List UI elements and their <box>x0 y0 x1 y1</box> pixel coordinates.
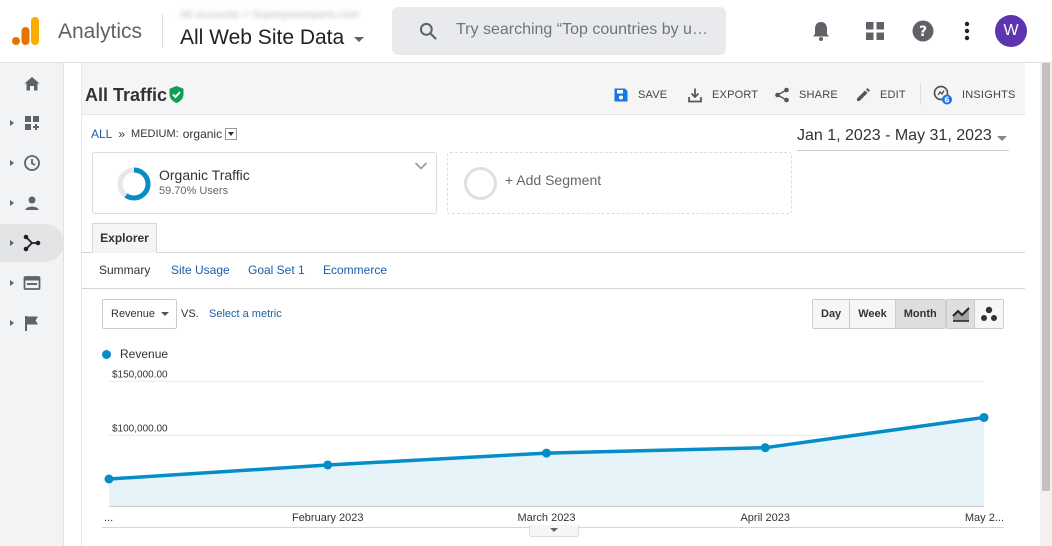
expand-caret-icon <box>10 280 14 286</box>
acquisition-icon <box>23 234 41 252</box>
top-app-bar: Analytics All accounts > Superpowerparts… <box>0 0 1052 63</box>
behavior-icon <box>23 276 41 290</box>
revenue-chart[interactable]: $50,000.00$100,000.00$150,000.00...Febru… <box>82 63 1025 546</box>
expand-caret-icon <box>10 200 14 206</box>
y-tick-label: $150,000.00 <box>112 369 168 380</box>
notifications-icon[interactable] <box>808 18 834 44</box>
data-point <box>104 474 114 484</box>
search-icon <box>419 22 437 40</box>
nav-audience[interactable] <box>0 184 64 222</box>
x-tick-label: February 2023 <box>292 512 364 524</box>
scrollbar-thumb[interactable] <box>1042 63 1050 491</box>
more-vert-icon[interactable] <box>954 18 980 44</box>
expand-caret-icon <box>10 320 14 326</box>
analytics-logo-icon[interactable] <box>12 16 40 46</box>
app-name: Analytics <box>58 20 143 43</box>
y-tick-label: $100,000.00 <box>112 423 168 434</box>
x-tick-label: March 2023 <box>517 512 575 524</box>
search-box[interactable]: Try searching “Top countries by u… <box>392 7 726 55</box>
expand-caret-icon <box>10 240 14 246</box>
realtime-icon <box>24 155 40 171</box>
x-tick-label: April 2023 <box>740 512 790 524</box>
left-navigation <box>0 63 64 546</box>
data-point <box>760 443 770 453</box>
customization-icon <box>25 116 39 130</box>
nav-acquisition[interactable] <box>0 224 64 262</box>
search-input[interactable]: Try searching “Top countries by u… <box>456 21 708 39</box>
x-tick-label: ... <box>104 512 113 524</box>
svg-text:?: ? <box>919 24 927 40</box>
conversions-icon <box>25 316 38 331</box>
data-point <box>542 448 551 458</box>
apps-grid-icon[interactable] <box>862 18 888 44</box>
nav-home[interactable] <box>0 65 64 103</box>
data-point <box>979 412 989 422</box>
x-tick-label: May 2... <box>965 512 1004 524</box>
nav-realtime[interactable] <box>0 144 64 182</box>
account-path[interactable]: All accounts > Superpowerparts.com <box>180 9 359 21</box>
help-icon[interactable]: ? <box>910 18 936 44</box>
property-caret-icon[interactable] <box>354 37 364 42</box>
expand-chart-handle[interactable] <box>529 525 579 537</box>
avatar[interactable]: W <box>995 15 1027 47</box>
nav-customization[interactable] <box>0 104 64 142</box>
property-selector[interactable]: All Web Site Data <box>180 26 344 50</box>
header-divider <box>162 14 163 48</box>
report-content: All Traffic SAVE EXPORT SHARE EDIT 6 INS… <box>81 63 1025 546</box>
nav-conversions[interactable] <box>0 304 64 342</box>
home-icon <box>24 77 40 91</box>
revenue-area <box>109 417 984 506</box>
data-point <box>323 460 333 470</box>
audience-icon <box>25 196 39 210</box>
expand-caret-icon <box>10 120 14 126</box>
expand-caret-icon <box>10 160 14 166</box>
nav-behavior[interactable] <box>0 264 64 302</box>
